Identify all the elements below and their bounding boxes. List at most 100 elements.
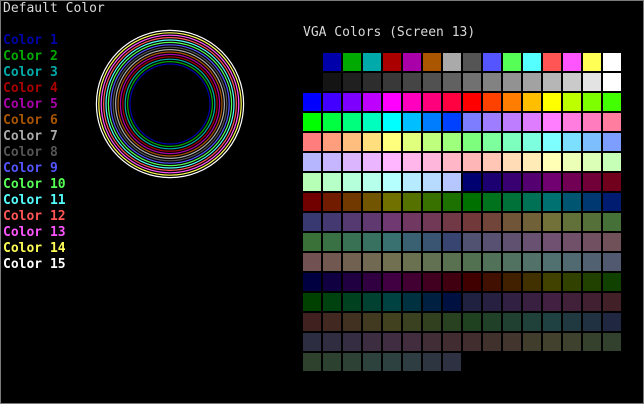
circle-color-10 — [107, 41, 233, 167]
palette-swatch — [583, 73, 601, 91]
palette-swatch — [563, 293, 581, 311]
palette-swatch — [323, 253, 341, 271]
legend-item-color-12: Color 12 — [3, 209, 66, 224]
palette-swatch — [403, 213, 421, 231]
palette-swatch — [383, 213, 401, 231]
palette-swatch — [383, 273, 401, 291]
palette-swatch — [323, 353, 341, 371]
palette-swatch — [383, 193, 401, 211]
palette-swatch — [403, 273, 421, 291]
palette-swatch — [403, 233, 421, 251]
palette-swatch — [443, 113, 461, 131]
palette-swatch — [583, 313, 601, 331]
palette-swatch — [463, 333, 481, 351]
palette-swatch — [363, 293, 381, 311]
palette-swatch — [363, 173, 381, 191]
palette-swatch — [543, 173, 561, 191]
circle-color-6 — [117, 51, 223, 157]
palette-swatch — [363, 313, 381, 331]
palette-swatch — [323, 293, 341, 311]
palette-swatch — [403, 153, 421, 171]
palette-swatch — [403, 73, 421, 91]
palette-swatch — [563, 173, 581, 191]
palette-swatch — [303, 273, 321, 291]
palette-swatch — [463, 93, 481, 111]
palette-swatch — [303, 213, 321, 231]
palette-swatch — [303, 133, 321, 151]
palette-swatch — [563, 113, 581, 131]
palette-swatch — [403, 53, 421, 71]
palette-swatch — [323, 313, 341, 331]
palette-swatch — [523, 153, 541, 171]
palette-swatch — [503, 213, 521, 231]
palette-swatch — [563, 273, 581, 291]
palette-swatch — [503, 233, 521, 251]
palette-swatch — [543, 333, 561, 351]
palette-swatch — [343, 153, 361, 171]
palette-swatch — [383, 253, 401, 271]
palette-swatch — [603, 313, 621, 331]
palette-swatch — [543, 233, 561, 251]
palette-swatch — [503, 193, 521, 211]
palette-swatch — [363, 73, 381, 91]
palette-swatch — [483, 173, 501, 191]
palette-swatch — [383, 133, 401, 151]
palette-swatch — [603, 53, 621, 71]
palette-swatch — [563, 233, 581, 251]
legend-item-color-6: Color 6 — [3, 113, 58, 128]
palette-swatch — [523, 293, 541, 311]
palette-swatch — [363, 53, 381, 71]
palette-swatch — [363, 193, 381, 211]
palette-swatch — [463, 353, 481, 371]
palette-swatch — [563, 313, 581, 331]
legend-item-color-11: Color 11 — [3, 193, 66, 208]
palette-swatch — [483, 293, 501, 311]
palette-swatch — [543, 353, 561, 371]
palette-swatch — [323, 113, 341, 131]
palette-swatch — [303, 153, 321, 171]
palette-swatch — [343, 73, 361, 91]
palette-swatch — [323, 193, 341, 211]
palette-swatch — [423, 73, 441, 91]
palette-swatch — [443, 153, 461, 171]
palette-swatch — [463, 173, 481, 191]
palette-swatch — [463, 233, 481, 251]
palette-swatch — [503, 173, 521, 191]
palette-swatch — [563, 333, 581, 351]
palette-swatch — [363, 113, 381, 131]
circle-color-7 — [114, 48, 226, 160]
palette-swatch — [483, 193, 501, 211]
palette-swatch — [503, 313, 521, 331]
palette-swatch — [383, 333, 401, 351]
palette-swatch — [563, 133, 581, 151]
palette-swatch — [383, 153, 401, 171]
palette-swatch — [343, 313, 361, 331]
palette-swatch — [543, 313, 561, 331]
palette-swatch — [443, 73, 461, 91]
vga-colors-title: VGA Colors (Screen 13) — [303, 25, 476, 40]
palette-swatch — [323, 173, 341, 191]
circle-color-13 — [100, 34, 240, 174]
vga-palette-grid — [303, 53, 623, 373]
palette-swatch — [583, 253, 601, 271]
palette-swatch — [523, 113, 541, 131]
palette-swatch — [503, 333, 521, 351]
palette-swatch — [503, 253, 521, 271]
palette-swatch — [523, 93, 541, 111]
palette-swatch — [343, 213, 361, 231]
palette-swatch — [403, 193, 421, 211]
palette-swatch — [323, 213, 341, 231]
default-color-title: Default Color — [3, 1, 105, 16]
palette-swatch — [303, 193, 321, 211]
palette-swatch — [563, 213, 581, 231]
palette-swatch — [303, 173, 321, 191]
palette-swatch — [303, 93, 321, 111]
palette-swatch — [463, 193, 481, 211]
palette-swatch — [423, 53, 441, 71]
palette-swatch — [383, 353, 401, 371]
palette-swatch — [443, 273, 461, 291]
legend-item-color-5: Color 5 — [3, 97, 58, 112]
palette-swatch — [323, 93, 341, 111]
palette-swatch — [343, 173, 361, 191]
palette-swatch — [343, 53, 361, 71]
